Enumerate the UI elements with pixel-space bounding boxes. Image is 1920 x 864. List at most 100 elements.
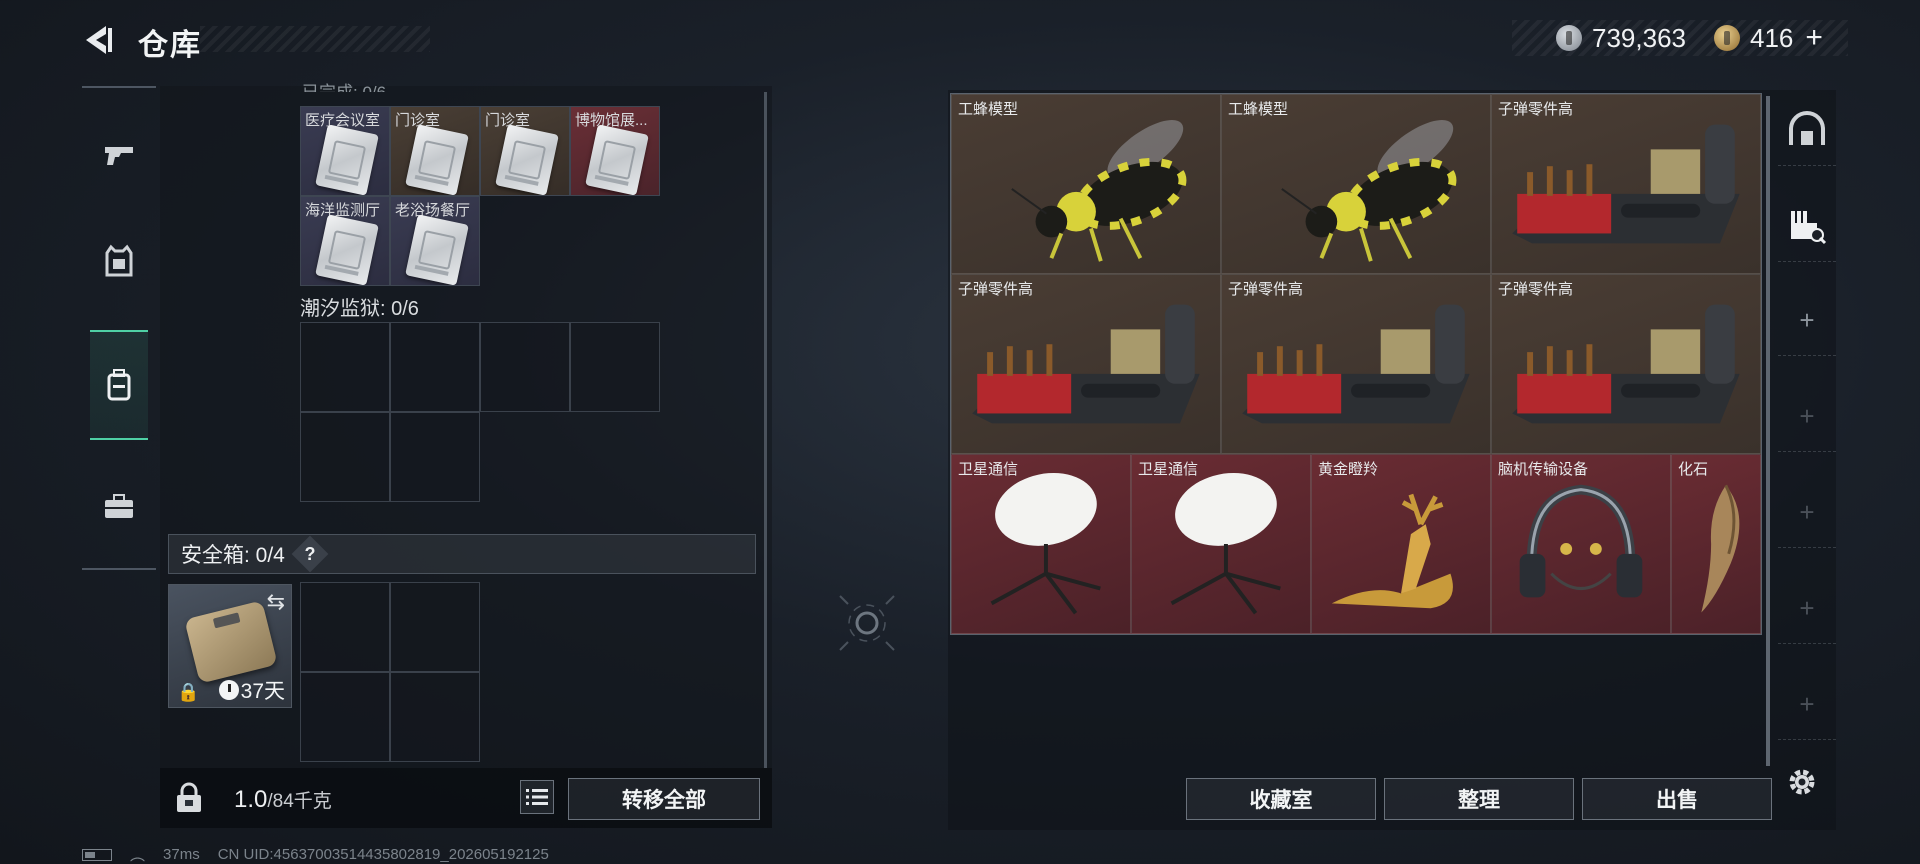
page-title: 仓库 <box>138 29 202 62</box>
list-icon <box>526 789 548 805</box>
key-item[interactable]: 博物馆展... <box>570 106 660 196</box>
list-view-button[interactable] <box>520 780 554 814</box>
empty-slot[interactable] <box>300 412 390 502</box>
item-label: 脑机传输设备 <box>1498 461 1589 478</box>
inventory-grid: 工蜂模型 工蜂模型 子弹零件高 子弹零件高 子弹零件高 子弹零件高 卫星通信 卫… <box>950 93 1762 635</box>
title-decoration <box>200 26 430 52</box>
safe-box-slot[interactable]: ⇆ 🔒 37天 <box>168 584 292 708</box>
inventory-item[interactable]: 工蜂模型 <box>951 94 1221 274</box>
empty-slot[interactable] <box>570 322 660 412</box>
pistol-icon <box>105 147 133 165</box>
inventory-item[interactable]: 卫星通信 <box>951 454 1131 634</box>
weight-current: 1.0 <box>234 786 268 813</box>
nav-case[interactable] <box>82 470 156 544</box>
plus-icon: + <box>1799 305 1815 335</box>
empty-slot[interactable] <box>390 412 480 502</box>
safe-box-days: 37天 <box>240 680 285 703</box>
bunker-button[interactable] <box>1778 96 1836 166</box>
transfer-all-button[interactable]: 转移全部 <box>568 778 760 820</box>
collection-room-button[interactable]: 收藏室 <box>1186 778 1376 820</box>
market-button[interactable] <box>1778 192 1836 262</box>
lock-icon: 🔒 <box>177 682 200 702</box>
item-label: 卫星通信 <box>1138 461 1199 478</box>
swap-icon[interactable]: ⇆ <box>267 589 285 615</box>
uid-text: CN UID:4563700351443580281​9_20260519212… <box>217 846 549 863</box>
bee-model-icon <box>1011 119 1187 262</box>
inventory-item[interactable]: 卫星通信 <box>1131 454 1311 634</box>
item-label: 黄金瞪羚 <box>1318 461 1379 478</box>
inventory-item[interactable]: 子弹零件高 <box>951 274 1221 454</box>
empty-slot[interactable] <box>480 322 570 412</box>
tide-prison-label: 潮汐监狱: 0/6 <box>300 298 419 320</box>
item-label: 子弹零件高 <box>1498 281 1574 298</box>
key-item[interactable]: 医疗会议室 <box>300 106 390 196</box>
key-item[interactable]: 门诊室 <box>390 106 480 196</box>
key-item[interactable]: 海洋监测厅 <box>300 196 390 286</box>
armor-vest-icon <box>105 244 133 277</box>
ammo-parts-icon <box>972 304 1200 424</box>
inventory-item[interactable]: 脑机传输设备 <box>1491 454 1671 634</box>
sell-button[interactable]: 出售 <box>1582 778 1772 820</box>
keycard-icon <box>405 214 469 285</box>
empty-slot[interactable] <box>390 582 480 672</box>
inventory-scrollbar[interactable] <box>1766 96 1770 766</box>
nav-weapons[interactable] <box>82 118 156 192</box>
empty-slot[interactable] <box>300 322 390 412</box>
key-item[interactable]: 老浴场餐厅 <box>390 196 480 286</box>
ping-value: 37ms <box>163 846 200 863</box>
safe-box-icon <box>184 600 278 684</box>
safe-box-header: 安全箱: 0/4 ? <box>168 534 756 574</box>
status-bar: ︵ 37ms CN UID:4563700351443580281​9_2026… <box>82 844 549 864</box>
inventory-item[interactable]: 工蜂模型 <box>1221 94 1491 274</box>
gold-currency-amount: 416 <box>1749 22 1794 53</box>
inventory-item[interactable]: 子弹零件高 <box>1491 94 1761 274</box>
empty-slot[interactable] <box>300 672 390 762</box>
item-label: 子弹零件高 <box>1498 101 1574 118</box>
safe-box-duration: 37天 <box>218 675 285 705</box>
ammo-parts-icon <box>1242 304 1470 424</box>
nav-armor[interactable] <box>82 224 156 298</box>
back-arrow-icon[interactable] <box>80 22 116 58</box>
ammo-parts-icon <box>1512 124 1740 244</box>
inventory-item[interactable]: 子弹零件高 <box>1221 274 1491 454</box>
storage-scrollbar[interactable] <box>764 92 767 768</box>
backpack-icon <box>107 369 131 401</box>
empty-slot[interactable] <box>390 322 480 412</box>
add-currency-button[interactable]: + <box>1805 21 1823 55</box>
inventory-item[interactable]: 化石 <box>1671 454 1761 634</box>
plus-icon: + <box>1799 689 1815 719</box>
keycard-icon <box>585 124 649 195</box>
key-item[interactable]: 门诊室 <box>480 106 570 196</box>
keycard-icon <box>495 124 559 195</box>
silver-currency-amount: 739,363 <box>1592 22 1686 53</box>
add-slot-button[interactable]: + <box>1778 382 1836 452</box>
bunker-icon <box>1789 110 1825 145</box>
inventory-item[interactable]: 黄金瞪羚 <box>1311 454 1491 634</box>
weight-lock-icon <box>177 782 201 812</box>
market-cart-icon <box>1791 210 1827 244</box>
add-slot-button[interactable]: + <box>1778 574 1836 644</box>
add-slot-button[interactable]: + <box>1778 670 1836 740</box>
plus-icon: + <box>1799 497 1815 527</box>
nav-backpack[interactable] <box>90 330 148 440</box>
add-slot-button[interactable]: + <box>1778 286 1836 356</box>
add-slot-button[interactable]: + <box>1778 478 1836 548</box>
help-button[interactable]: ? <box>291 535 329 573</box>
clock-icon <box>218 680 239 700</box>
empty-slot[interactable] <box>300 582 390 672</box>
weight-max: /84千克 <box>267 791 332 812</box>
plus-icon: + <box>1799 593 1815 623</box>
gear-icon[interactable] <box>1784 764 1820 800</box>
briefcase-icon <box>105 494 133 518</box>
crosshair-icon <box>839 595 895 651</box>
organize-button[interactable]: 整理 <box>1384 778 1574 820</box>
currency-bar: 739,363 416 + <box>1512 20 1848 56</box>
keycard-icon <box>405 124 469 195</box>
golden-gazelle-icon <box>1331 493 1453 609</box>
satellite-dish-icon <box>1170 472 1281 615</box>
inventory-item[interactable]: 子弹零件高 <box>1491 274 1761 454</box>
key-grid: 医疗会议室 门诊室 门诊室 博物馆展... 海洋监测厅 老浴场餐厅 <box>300 106 662 288</box>
satellite-dish-icon <box>990 472 1101 615</box>
empty-slot[interactable] <box>390 672 480 762</box>
item-label: 化石 <box>1678 461 1709 478</box>
